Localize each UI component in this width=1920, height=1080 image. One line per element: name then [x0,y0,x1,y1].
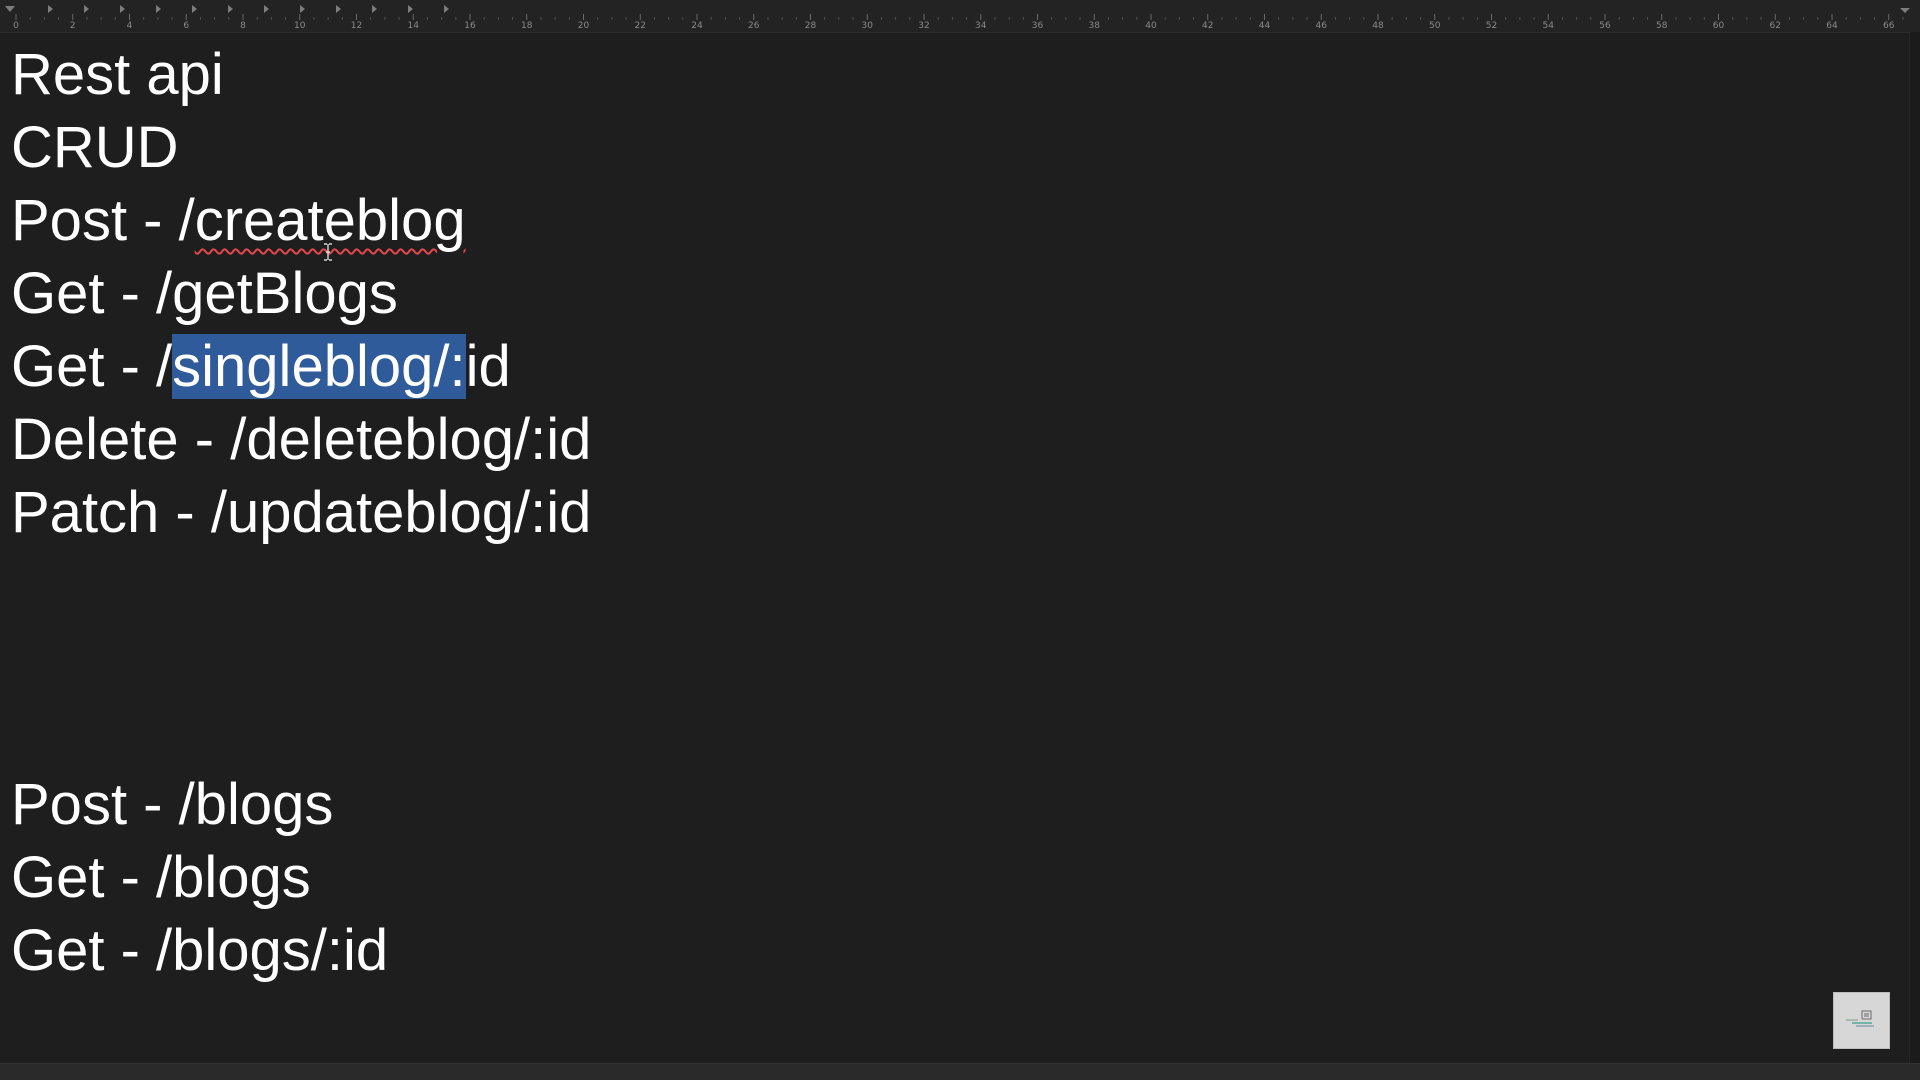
tab-stop-icon[interactable] [48,5,53,13]
ruler-label: 54 [1543,21,1555,31]
doc-line-get-singleblog[interactable]: Get - /singleblog/:id [11,330,511,403]
tab-stop-icon[interactable] [444,5,449,13]
ruler-label: 2 [70,21,76,31]
ruler-label: 18 [521,21,533,31]
ruler-label: 10 [294,21,306,31]
ruler-label: 30 [862,21,874,31]
ruler-label: 38 [1089,21,1101,31]
thumbnail-preview-icon [1846,1010,1874,1027]
doc-line-patch-updateblog[interactable]: Patch - /updateblog/:id [11,476,591,549]
doc-line-post-createblog[interactable]: Post - /createblog [11,184,466,257]
tab-stop-icon[interactable] [336,5,341,13]
doc-line-rest-api[interactable]: Rest api [11,38,224,111]
ruler-label: 62 [1770,21,1781,31]
document-body[interactable]: Rest api CRUD Post - /createblog Get - /… [11,38,1891,1038]
indent-marker-icon[interactable] [5,6,15,12]
tab-stop-icon[interactable] [300,5,305,13]
ruler-label: 50 [1429,21,1441,31]
ruler-label: 6 [183,21,189,31]
ruler-label: 32 [918,21,929,31]
tab-stop-icon[interactable] [372,5,377,13]
ruler-label: 22 [635,21,646,31]
ruler-label: 16 [464,21,476,31]
ruler-label: 44 [1259,21,1271,31]
ruler-label: 0 [13,21,19,31]
ruler-label: 12 [351,21,362,31]
doc-line-crud[interactable]: CRUD [11,111,179,184]
tab-stop-icon[interactable] [264,5,269,13]
ruler-label: 52 [1486,21,1497,31]
text-editor-window: 0 2 4 6 8 10 12 14 16 18 20 22 24 26 28 30 32 34 36 38 40 42 4… [0,0,1920,1080]
tab-stop-icon[interactable] [408,5,413,13]
ruler-label: 34 [975,21,987,31]
ruler-label: 64 [1826,21,1838,31]
ruler[interactable]: 0 2 4 6 8 10 12 14 16 18 20 22 24 26 28 30 32 34 36 38 40 42 4… [0,0,1920,33]
bottom-status-bar [0,1063,1920,1080]
ruler-label: 24 [691,21,703,31]
ruler-label: 56 [1599,21,1611,31]
ruler-label: 36 [1032,21,1044,31]
doc-line-get-blogs-id[interactable]: Get - /blogs/:id [11,914,388,987]
tab-stop-icon[interactable] [84,5,89,13]
right-margin-marker-icon[interactable] [1900,8,1910,13]
ruler-label: 60 [1713,21,1725,31]
text-ibeam-cursor-icon [324,243,332,261]
ruler-label: 28 [805,21,817,31]
ruler-label: 8 [240,21,246,31]
tab-stop-icon[interactable] [120,5,125,13]
line-suffix: id [465,334,511,399]
ruler-label: 40 [1145,21,1157,31]
doc-line-post-blogs[interactable]: Post - /blogs [11,768,333,841]
window-thumbnail-icon[interactable] [1833,992,1890,1049]
ruler-label: 14 [408,21,420,31]
line-prefix: Post - / [11,188,195,253]
ruler-scale: 0 2 4 6 8 10 12 14 16 18 20 22 24 26 28 30 32 34 36 38 40 42 4… [5,5,1910,31]
ruler-label: 20 [578,21,590,31]
doc-line-get-blogs[interactable]: Get - /blogs [11,841,311,914]
doc-line-get-getblogs[interactable]: Get - /getBlogs [11,257,398,330]
ruler-label: 58 [1656,21,1668,31]
ruler-label: 66 [1883,21,1895,31]
ruler-label: 4 [127,21,133,31]
ruler-label: 26 [748,21,760,31]
doc-line-delete-deleteblog[interactable]: Delete - /deleteblog/:id [11,403,591,476]
tab-stop-icon[interactable] [228,5,233,13]
ruler-label: 46 [1316,21,1328,31]
ruler-label: 42 [1202,21,1213,31]
line-prefix: Get - / [11,334,173,399]
tab-stop-icon[interactable] [156,5,161,13]
tab-stop-icon[interactable] [192,5,197,13]
ruler-label: 48 [1372,21,1384,31]
text-selection[interactable]: singleblog/: [172,334,466,399]
vertical-scrollbar[interactable] [1909,32,1920,1064]
